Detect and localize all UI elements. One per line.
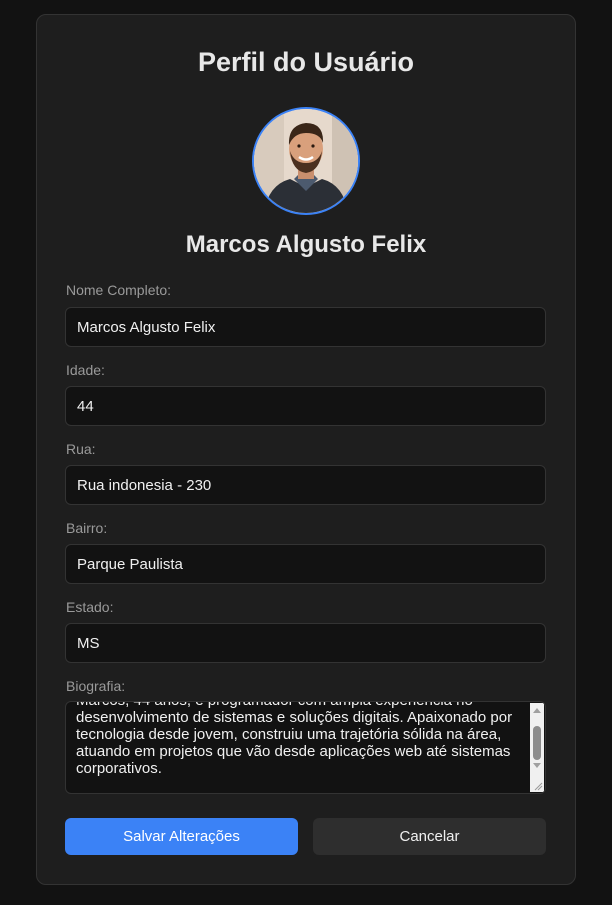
biografia-scrollbar[interactable] [530,703,544,792]
profile-card: Perfil do Usuário Marcos Algusto Felix N… [36,14,576,885]
scrollbar-thumb[interactable] [533,726,541,760]
label-biografia: Biografia: [66,678,126,694]
profile-display-name: Marcos Algusto Felix [185,231,427,258]
cancel-button[interactable]: Cancelar [313,818,546,855]
avatar [252,107,360,215]
label-estado: Estado: [66,599,114,615]
biografia-text[interactable]: Marcos, 44 anos, é programador com ampla… [76,702,528,777]
rua-input[interactable] [65,465,546,505]
biografia-textarea[interactable]: Marcos, 44 anos, é programador com ampla… [65,701,546,794]
bairro-input[interactable] [65,544,546,584]
estado-input[interactable] [65,623,546,663]
save-button[interactable]: Salvar Alterações [65,818,298,855]
page-title: Perfil do Usuário [197,47,415,77]
user-photo-icon [254,109,358,213]
idade-input[interactable] [65,386,546,426]
resize-grip-icon[interactable] [533,781,543,791]
label-rua: Rua: [66,441,96,457]
scroll-down-arrow-icon[interactable] [533,763,541,768]
nome-completo-input[interactable] [65,307,546,347]
scroll-up-arrow-icon[interactable] [533,708,541,713]
label-bairro: Bairro: [66,520,108,536]
label-idade: Idade: [66,362,105,378]
label-nome-completo: Nome Completo: [66,282,172,298]
